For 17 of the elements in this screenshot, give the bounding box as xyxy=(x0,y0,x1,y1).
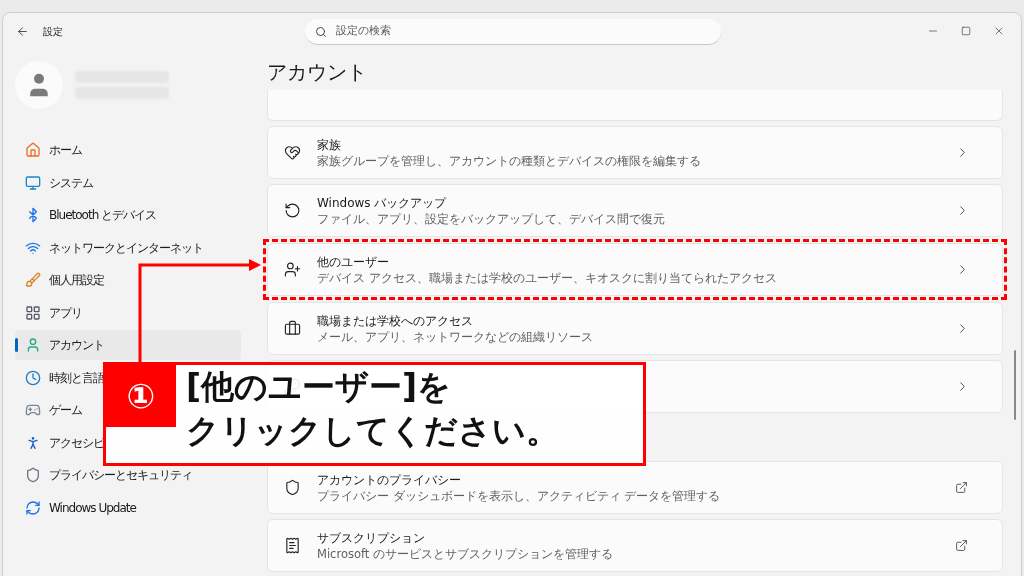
card-description: プライバシー ダッシュボードを表示し、アクティビティ データを管理する xyxy=(317,488,722,504)
card-description: ファイル、アプリ、設定をバックアップして、デバイス間で復元 xyxy=(317,211,666,227)
card-title: アカウントのプライバシー xyxy=(317,471,462,489)
card-description: メール、アプリ、ネットワークなどの組織リソース xyxy=(317,329,594,345)
card-title: サブスクリプション xyxy=(317,529,426,547)
instruction-text: クリックしてください。 xyxy=(186,410,559,452)
card-title: Windows バックアップ xyxy=(317,194,448,212)
window-title: 設定 xyxy=(43,24,63,39)
card-description: Microsoft のサービスとサブスクリプションを管理する xyxy=(317,546,614,562)
card-title: 他のユーザー xyxy=(317,253,390,271)
card-title: 家族 xyxy=(317,136,342,154)
step-number: ① xyxy=(126,379,156,413)
card-description: デバイス アクセス、職場または学校のユーザー、キオスクに割り当てられたアクセス xyxy=(317,270,778,286)
card-title: 職場または学校へのアクセス xyxy=(317,312,474,330)
page-title: アカウント xyxy=(267,59,368,85)
card-description: 家族グループを管理し、アカウントの種類とデバイスの権限を編集する xyxy=(317,153,702,169)
instruction-text: [他のユーザー]を xyxy=(186,366,453,408)
